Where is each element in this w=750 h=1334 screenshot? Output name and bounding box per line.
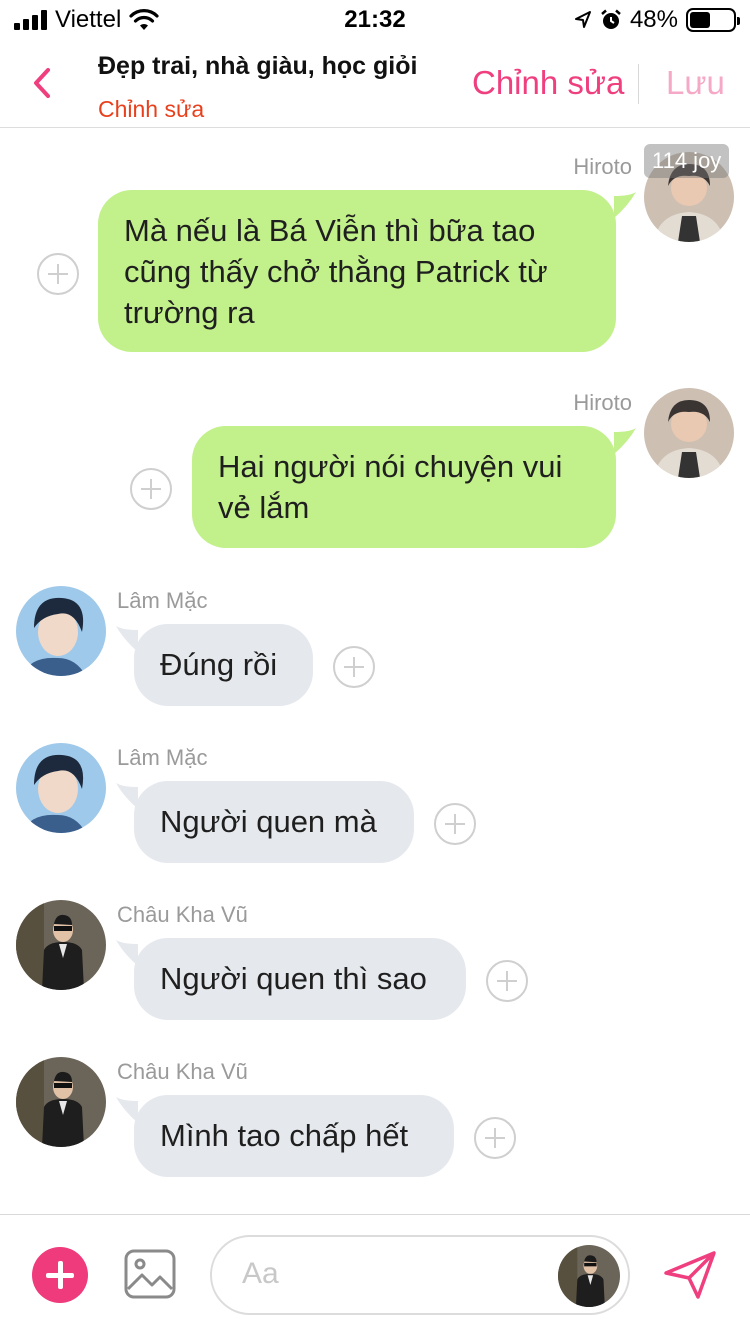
status-right: 48% bbox=[574, 6, 740, 34]
battery-icon bbox=[686, 8, 740, 32]
message-row: Lâm Mặc Đúng rồi bbox=[0, 578, 750, 718]
avatar-hiroto[interactable] bbox=[644, 388, 734, 478]
message-row: Lâm Mặc Người quen mà bbox=[0, 735, 750, 875]
add-button[interactable] bbox=[32, 1247, 88, 1303]
message-bubble[interactable]: Mà nếu là Bá Viễn thì bữa tao cũng thấy … bbox=[98, 190, 616, 352]
sender-name: Châu Kha Vũ bbox=[117, 902, 248, 927]
sender-name: Lâm Mặc bbox=[117, 745, 208, 770]
message-bubble[interactable]: Đúng rồi bbox=[134, 624, 313, 706]
back-chevron-icon[interactable] bbox=[26, 60, 62, 106]
message-bubble[interactable]: Người quen thì sao bbox=[134, 938, 466, 1020]
battery-fill bbox=[690, 12, 711, 28]
sender-name: Hiroto bbox=[573, 154, 632, 179]
image-icon[interactable] bbox=[124, 1249, 176, 1299]
sender-name: Châu Kha Vũ bbox=[117, 1059, 248, 1084]
save-button[interactable]: Lưu bbox=[666, 64, 725, 102]
message-input-placeholder[interactable]: Aa bbox=[242, 1257, 542, 1291]
page-title: Đẹp trai, nhà giàu, học giỏi bbox=[98, 52, 418, 80]
message-row: Hiroto Hai người nói chuyện vui vẻ lắm bbox=[0, 378, 750, 558]
status-bar: Viettel 21:32 48% bbox=[0, 0, 750, 40]
plus-circle-icon[interactable] bbox=[434, 803, 476, 845]
avatar-lam-mac[interactable] bbox=[16, 743, 106, 833]
bubble-tail bbox=[614, 428, 636, 454]
plus-circle-icon[interactable] bbox=[130, 468, 172, 510]
sender-name: Lâm Mặc bbox=[117, 588, 208, 613]
message-row: Châu Kha Vũ Người quen thì sao bbox=[0, 892, 750, 1032]
chat-area: Hiroto 114 joy Mà nếu là Bá Viễn thì bữa… bbox=[0, 128, 750, 1214]
avatar-lam-mac[interactable] bbox=[16, 586, 106, 676]
header-divider bbox=[638, 64, 639, 104]
message-row: Châu Kha Vũ Mình tao chấp hết bbox=[0, 1049, 750, 1189]
alarm-icon bbox=[601, 9, 621, 29]
message-bubble[interactable]: Mình tao chấp hết bbox=[134, 1095, 454, 1177]
speaker-avatar[interactable] bbox=[558, 1245, 620, 1307]
plus-circle-icon[interactable] bbox=[37, 253, 79, 295]
message-composer: Aa bbox=[0, 1214, 750, 1334]
message-input[interactable]: Aa bbox=[210, 1235, 630, 1315]
battery-percent: 48% bbox=[629, 6, 678, 33]
avatar-chau-kha-vu[interactable] bbox=[16, 1057, 106, 1147]
plus-circle-icon[interactable] bbox=[333, 646, 375, 688]
message-bubble[interactable]: Người quen mà bbox=[134, 781, 414, 863]
chat-header: Đẹp trai, nhà giàu, học giỏi Chỉnh sửa C… bbox=[0, 40, 750, 128]
message-row: Hiroto 114 joy Mà nếu là Bá Viễn thì bữa… bbox=[0, 128, 750, 368]
plus-circle-icon[interactable] bbox=[474, 1117, 516, 1159]
edit-button[interactable]: Chỉnh sửa bbox=[472, 64, 624, 102]
plus-circle-icon[interactable] bbox=[486, 960, 528, 1002]
sender-name: Hiroto bbox=[573, 390, 632, 415]
joy-badge: 114 joy bbox=[644, 144, 730, 178]
send-icon[interactable] bbox=[662, 1247, 718, 1303]
location-icon bbox=[574, 11, 591, 28]
subtitle-edit-link[interactable]: Chỉnh sửa bbox=[98, 96, 204, 123]
avatar-chau-kha-vu[interactable] bbox=[16, 900, 106, 990]
bubble-tail bbox=[614, 192, 636, 218]
message-bubble[interactable]: Hai người nói chuyện vui vẻ lắm bbox=[192, 426, 616, 548]
